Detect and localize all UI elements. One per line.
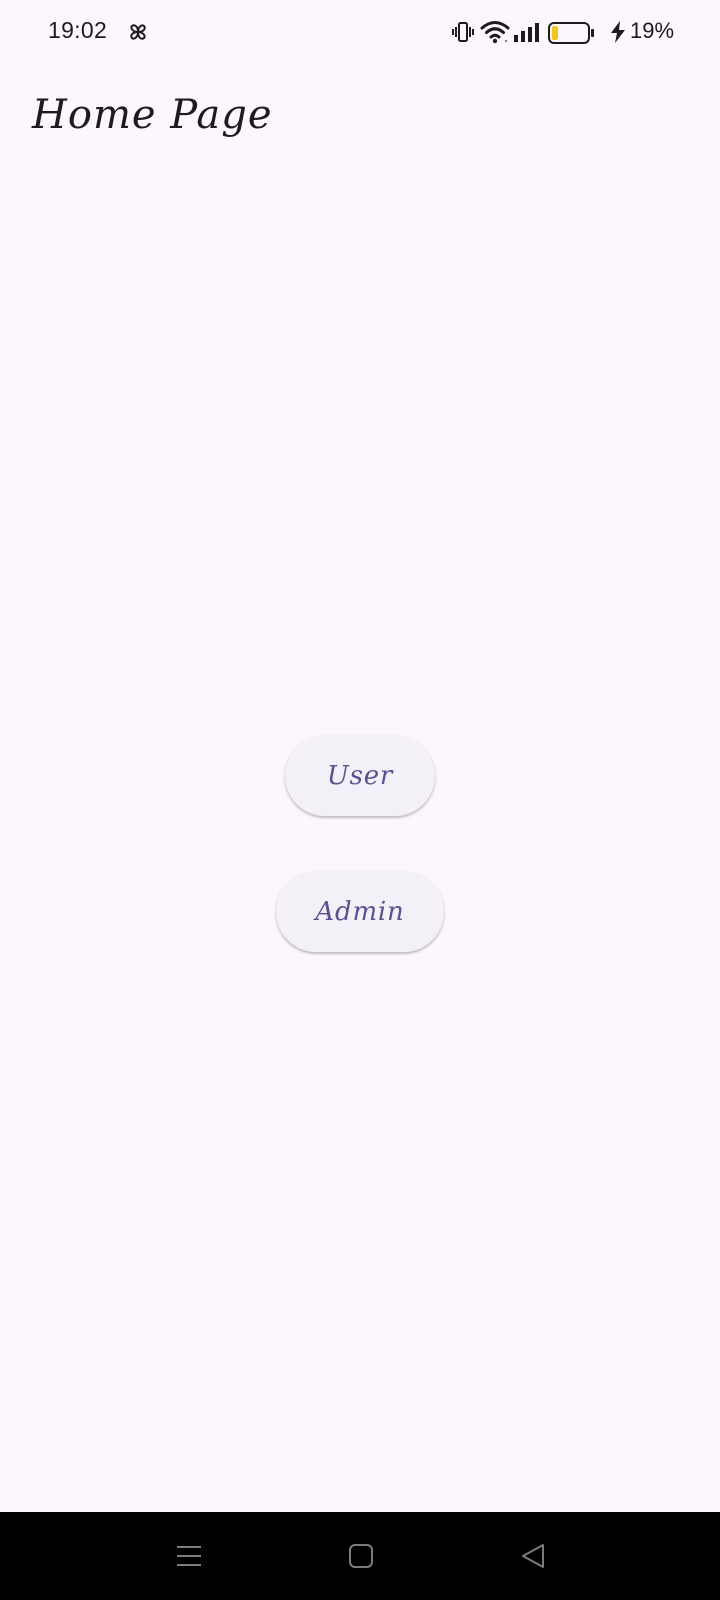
user-button[interactable]: User bbox=[285, 736, 435, 816]
back-icon bbox=[522, 1544, 544, 1568]
pinwheel-icon bbox=[126, 20, 150, 44]
status-time: 19:02 bbox=[48, 17, 108, 43]
user-button-label: User bbox=[326, 761, 394, 791]
recent-apps-button[interactable] bbox=[165, 1532, 213, 1580]
vibrate-icon bbox=[452, 22, 474, 42]
battery-icon bbox=[548, 22, 594, 44]
home-icon bbox=[349, 1544, 373, 1568]
battery-percentage: 19% bbox=[630, 18, 675, 43]
charging-bolt-icon bbox=[611, 21, 625, 43]
status-bar: 19:02 19% bbox=[0, 0, 720, 64]
signal-icon bbox=[514, 23, 539, 42]
menu-icon bbox=[177, 1546, 201, 1566]
page-title: Home Page bbox=[32, 92, 273, 138]
home-button[interactable] bbox=[337, 1532, 385, 1580]
navigation-bar bbox=[0, 1512, 720, 1600]
admin-button[interactable]: Admin bbox=[276, 872, 444, 952]
admin-button-label: Admin bbox=[315, 897, 405, 927]
app-screen: 19:02 19% Home Page User Admin bbox=[0, 0, 720, 1600]
back-button[interactable] bbox=[509, 1532, 557, 1580]
wifi-icon bbox=[480, 21, 510, 44]
